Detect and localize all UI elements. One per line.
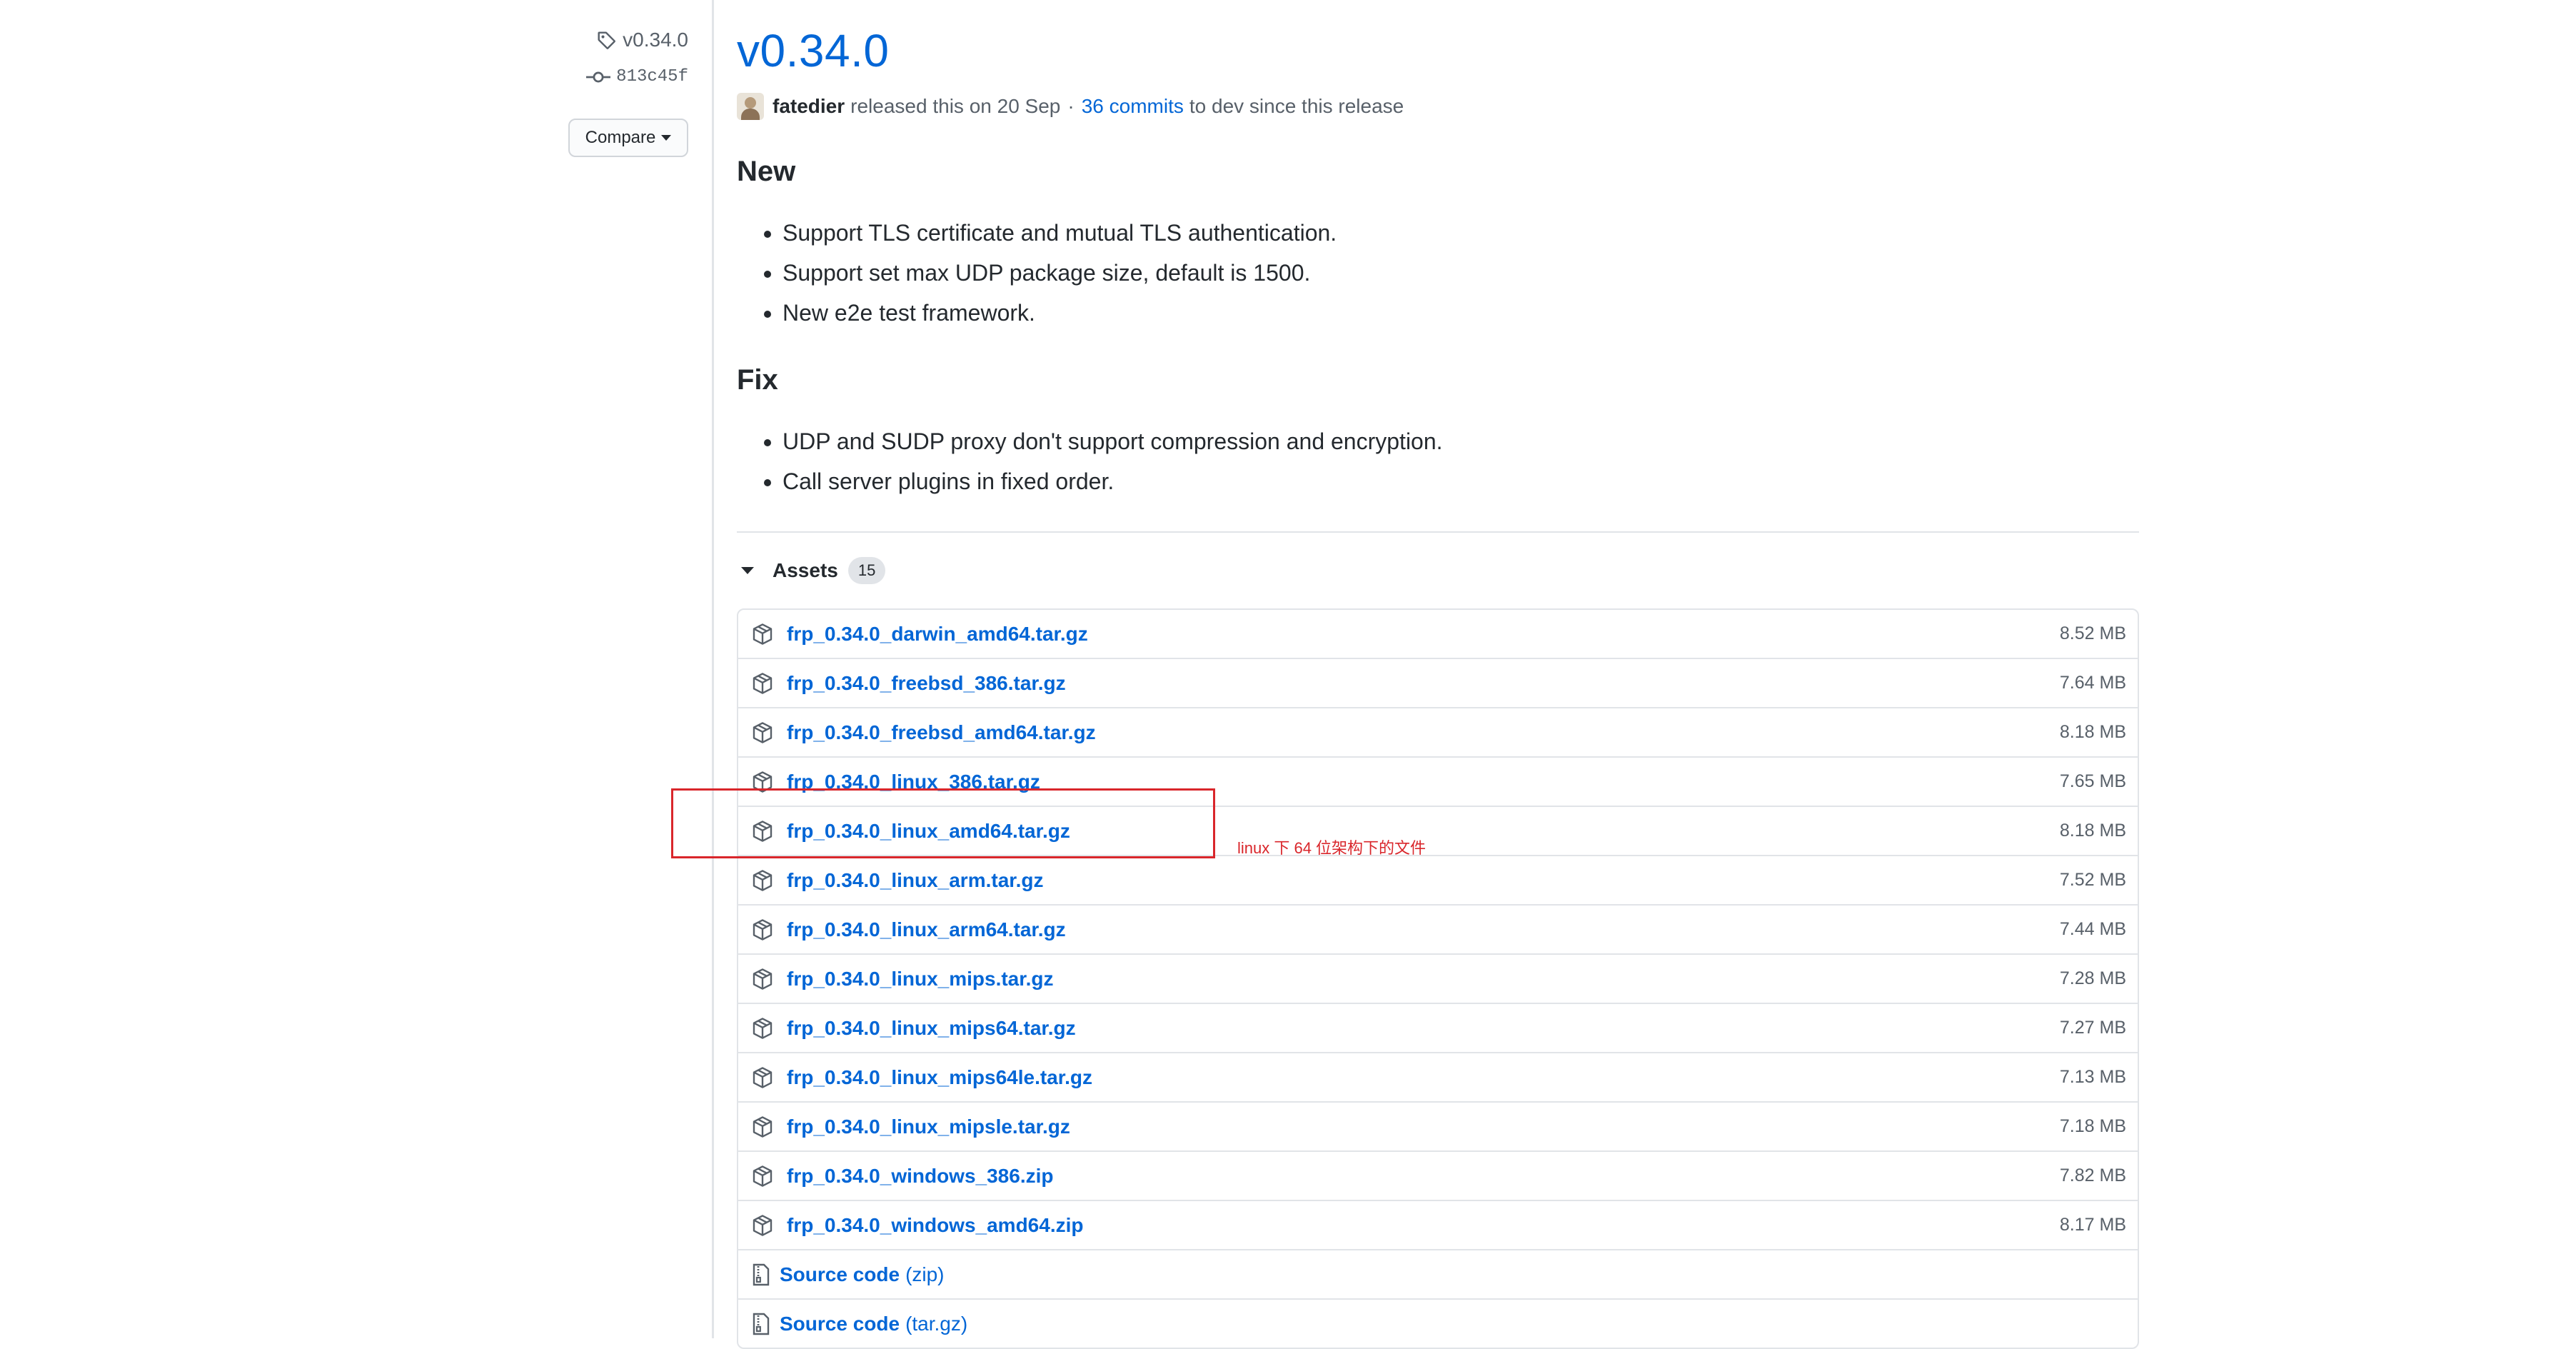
asset-size: 7.27 MB — [2059, 1018, 2126, 1038]
assets-list: frp_0.34.0_darwin_amd64.tar.gz 8.52 MB frp… — [737, 608, 2139, 1349]
chevron-down-icon — [661, 135, 672, 141]
release-title[interactable]: v0.34.0 — [737, 24, 889, 77]
asset-download-link[interactable]: frp_0.34.0_linux_mips64.tar.gz — [787, 1017, 1076, 1040]
asset-download-link[interactable]: frp_0.34.0_freebsd_amd64.tar.gz — [787, 721, 1096, 744]
highlight-box — [671, 788, 1215, 858]
section-heading-fix: Fix — [737, 364, 778, 396]
asset-row: frp_0.34.0_linux_mips.tar.gz 7.28 MB — [738, 953, 2138, 1003]
package-icon — [753, 1165, 773, 1187]
package-icon — [753, 1017, 773, 1039]
list-item: Support TLS certificate and mutual TLS a… — [783, 213, 1337, 253]
avatar[interactable] — [737, 93, 764, 120]
assets-label: Assets — [773, 559, 838, 581]
source-code-link[interactable]: Source code — [780, 1263, 900, 1286]
tag-label: v0.34.0 — [623, 29, 688, 51]
meta-separator: · — [1067, 95, 1075, 117]
git-commit-icon — [586, 71, 611, 82]
fix-list: UDP and SUDP proxy don't support compres… — [760, 421, 1443, 501]
section-heading-new: New — [737, 156, 796, 187]
compare-label: Compare — [585, 128, 656, 147]
asset-size: 8.18 MB — [2059, 722, 2126, 742]
author-link[interactable]: fatedier — [773, 95, 845, 118]
released-text: released this on 20 Sep — [850, 95, 1061, 117]
asset-size: 7.18 MB — [2059, 1116, 2126, 1136]
source-code-format: (zip) — [905, 1263, 945, 1285]
release-tag[interactable]: v0.34.0 — [595, 29, 688, 51]
asset-row: frp_0.34.0_freebsd_amd64.tar.gz 8.18 MB — [738, 707, 2138, 756]
asset-row: frp_0.34.0_linux_arm.tar.gz 7.52 MB — [738, 855, 2138, 904]
asset-row: frp_0.34.0_windows_386.zip 7.82 MB — [738, 1150, 2138, 1200]
asset-row: frp_0.34.0_freebsd_386.tar.gz 7.64 MB — [738, 658, 2138, 707]
assets-count-badge: 15 — [847, 557, 886, 584]
annotation-text: linux 下 64 位架构下的文件 — [1237, 839, 1427, 857]
list-item: Call server plugins in fixed order. — [783, 461, 1443, 501]
release-sidebar: v0.34.0 813c45f Compare — [0, 0, 713, 1338]
package-icon — [753, 869, 773, 891]
tag-icon — [598, 31, 616, 49]
release-meta: fatedier released this on 20 Sep · 36 co… — [737, 93, 1404, 120]
asset-size: 8.17 MB — [2059, 1215, 2126, 1235]
package-icon — [753, 721, 773, 743]
asset-size: 8.18 MB — [2059, 821, 2126, 841]
asset-size: 7.82 MB — [2059, 1165, 2126, 1185]
asset-row: frp_0.34.0_darwin_amd64.tar.gz 8.52 MB — [738, 610, 2138, 658]
asset-download-link[interactable]: frp_0.34.0_linux_mips64le.tar.gz — [787, 1066, 1092, 1089]
asset-download-link[interactable]: frp_0.34.0_linux_arm64.tar.gz — [787, 918, 1066, 941]
timeline-divider — [712, 0, 714, 1338]
asset-row: frp_0.34.0_windows_amd64.zip 8.17 MB — [738, 1200, 2138, 1249]
asset-size: 7.52 MB — [2059, 870, 2126, 890]
list-item: Support set max UDP package size, defaul… — [783, 253, 1337, 293]
asset-row: frp_0.34.0_linux_mips64.tar.gz 7.27 MB — [738, 1003, 2138, 1052]
asset-download-link[interactable]: frp_0.34.0_linux_mips.tar.gz — [787, 968, 1054, 991]
commit-sha: 813c45f — [616, 67, 688, 86]
asset-size: 7.44 MB — [2059, 919, 2126, 939]
new-list: Support TLS certificate and mutual TLS a… — [760, 213, 1337, 333]
list-item: UDP and SUDP proxy don't support compres… — [783, 421, 1443, 461]
asset-size: 7.28 MB — [2059, 968, 2126, 988]
source-code-row: Source code (zip) — [738, 1249, 2138, 1298]
asset-download-link[interactable]: frp_0.34.0_windows_amd64.zip — [787, 1214, 1084, 1237]
release-commit[interactable]: 813c45f — [586, 67, 688, 86]
asset-size: 7.13 MB — [2059, 1067, 2126, 1087]
section-divider — [737, 531, 2139, 533]
asset-download-link[interactable]: frp_0.34.0_darwin_amd64.tar.gz — [787, 623, 1088, 646]
assets-toggle[interactable]: Assets 15 — [737, 557, 886, 584]
asset-download-link[interactable]: frp_0.34.0_freebsd_386.tar.gz — [787, 672, 1066, 695]
asset-download-link[interactable]: frp_0.34.0_linux_mipsle.tar.gz — [787, 1115, 1070, 1138]
compare-button[interactable]: Compare — [568, 119, 688, 157]
commits-suffix: to dev since this release — [1189, 95, 1404, 117]
source-code-link[interactable]: Source code — [780, 1313, 900, 1335]
file-zip-icon — [753, 1313, 770, 1335]
source-code-format: (tar.gz) — [905, 1312, 968, 1335]
asset-size: 7.65 MB — [2059, 771, 2126, 791]
commits-link[interactable]: 36 commits — [1082, 95, 1184, 118]
asset-size: 8.52 MB — [2059, 623, 2126, 643]
asset-row: frp_0.34.0_linux_mips64le.tar.gz 7.13 MB — [738, 1052, 2138, 1101]
file-zip-icon — [753, 1263, 770, 1285]
package-icon — [753, 623, 773, 645]
package-icon — [753, 672, 773, 694]
package-icon — [753, 918, 773, 941]
asset-row: frp_0.34.0_linux_mipsle.tar.gz 7.18 MB — [738, 1101, 2138, 1150]
package-icon — [753, 1066, 773, 1088]
asset-download-link[interactable]: frp_0.34.0_linux_arm.tar.gz — [787, 869, 1044, 892]
triangle-down-icon — [741, 567, 754, 574]
list-item: New e2e test framework. — [783, 293, 1337, 333]
package-icon — [753, 1115, 773, 1138]
asset-download-link[interactable]: frp_0.34.0_windows_386.zip — [787, 1165, 1054, 1188]
source-code-row: Source code (tar.gz) — [738, 1298, 2138, 1348]
package-icon — [753, 1214, 773, 1236]
package-icon — [753, 968, 773, 990]
asset-size: 7.64 MB — [2059, 673, 2126, 693]
asset-row: frp_0.34.0_linux_arm64.tar.gz 7.44 MB — [738, 904, 2138, 953]
